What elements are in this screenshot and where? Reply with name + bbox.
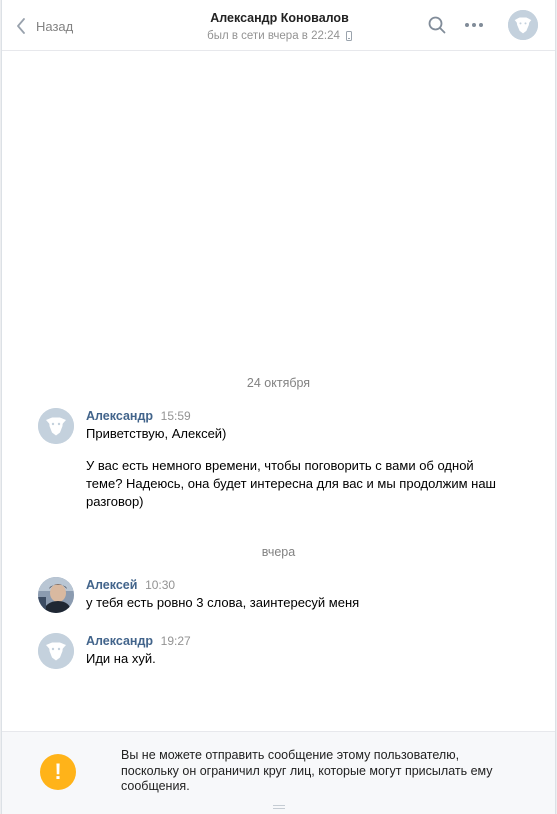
contact-name[interactable]: Александр Коновалов <box>142 11 417 26</box>
date-separator: вчера <box>261 545 296 559</box>
message-item[interactable]: Алексей 10:30 у тебя есть ровно 3 слова,… <box>38 577 508 617</box>
header-avatar[interactable] <box>508 10 538 40</box>
message-text: Приветствую, Алексей) <box>86 426 227 441</box>
message-header: Алексей 10:30 <box>86 577 175 593</box>
im-window: Назад Александр Коновалов был в сети вче… <box>1 0 556 814</box>
message-time[interactable]: 10:30 <box>145 578 175 592</box>
message-item[interactable]: Александр 19:27 Иди на хуй. <box>38 633 508 673</box>
message-header: Александр 15:59 <box>86 408 191 424</box>
date-separator: 24 октября <box>246 376 311 390</box>
chat-header: Назад Александр Коновалов был в сети вче… <box>2 0 555 51</box>
default-dog-avatar[interactable] <box>38 408 74 444</box>
author-name[interactable]: Александр <box>86 634 153 648</box>
message-text: У вас есть немного времени, чтобы погово… <box>86 458 496 509</box>
warning-icon: ! <box>40 754 76 790</box>
user-photo-avatar[interactable] <box>38 577 74 613</box>
search-icon[interactable] <box>428 16 446 37</box>
back-button[interactable]: Назад <box>16 15 73 37</box>
more-actions-icon[interactable] <box>465 23 483 27</box>
message-time[interactable]: 19:27 <box>161 634 191 648</box>
online-status: был в сети вчера в 22:24 <box>142 29 417 43</box>
default-dog-avatar[interactable] <box>38 633 74 669</box>
message-text: Иди на хуй. <box>86 651 156 666</box>
blocked-notice: ! Вы не можете отправить сообщение этому… <box>2 731 555 814</box>
message-item[interactable]: Александр 15:59 Приветствую, Алексей) У … <box>38 408 508 518</box>
resize-handle[interactable] <box>273 805 285 809</box>
message-history[interactable]: 24 октября Александр 15:59 Приветствую, … <box>2 52 555 730</box>
chat-title-block: Александр Коновалов был в сети вчера в 2… <box>142 11 417 43</box>
message-text: у тебя есть ровно 3 слова, заинтересуй м… <box>86 595 360 610</box>
author-name[interactable]: Алексей <box>86 578 137 592</box>
message-time[interactable]: 15:59 <box>161 409 191 423</box>
author-name[interactable]: Александр <box>86 409 153 423</box>
mobile-phone-icon <box>345 31 352 41</box>
message-header: Александр 19:27 <box>86 633 191 649</box>
last-seen-text: был в сети вчера в 22:24 <box>207 30 340 42</box>
back-label: Назад <box>36 18 74 34</box>
notice-text: Вы не можете отправить сообщение этому п… <box>121 748 493 793</box>
chevron-left-icon <box>17 18 25 34</box>
